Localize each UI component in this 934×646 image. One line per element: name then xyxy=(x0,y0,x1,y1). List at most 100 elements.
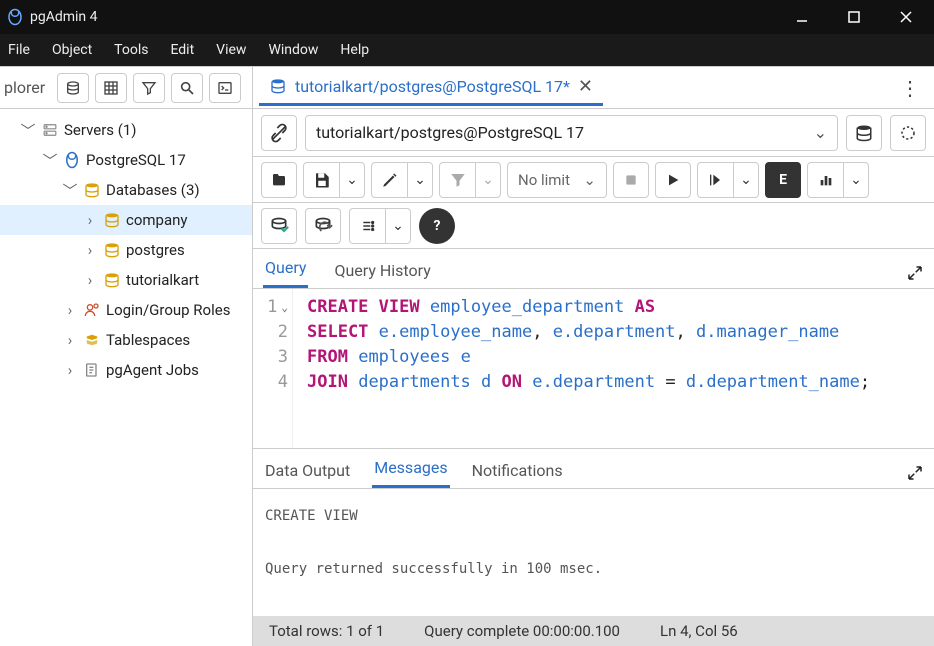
close-window-button[interactable] xyxy=(884,0,928,34)
chevron-down-icon: ⌄ xyxy=(583,171,596,189)
explorer-header: plorer xyxy=(0,67,252,109)
code-body[interactable]: CREATE VIEW employee_department ASSELECT… xyxy=(293,289,870,448)
output-tabs: Data Output Messages Notifications xyxy=(253,449,934,489)
chevron-right-icon: › xyxy=(82,211,98,229)
edit-group: ⌄ xyxy=(371,162,433,198)
connection-tab[interactable]: tutorialkart/postgres@PostgreSQL 17* ✕ xyxy=(259,70,603,106)
tab-notifications[interactable]: Notifications xyxy=(470,453,565,488)
menu-edit[interactable]: Edit xyxy=(170,42,194,58)
tab-query[interactable]: Query xyxy=(263,250,308,288)
chart-button[interactable] xyxy=(807,162,843,198)
explain-button[interactable] xyxy=(697,162,733,198)
tree-label: Tablespaces xyxy=(106,331,190,349)
fold-icon[interactable]: ⌄ xyxy=(281,295,288,320)
tab-messages[interactable]: Messages xyxy=(372,450,449,488)
menu-object[interactable]: Object xyxy=(52,42,92,58)
explorer-tool-2[interactable] xyxy=(95,73,127,103)
chevron-right-icon: › xyxy=(62,301,78,319)
tree-db-company[interactable]: › company xyxy=(0,205,252,235)
help-button[interactable]: ? xyxy=(419,208,455,244)
edit-button[interactable] xyxy=(371,162,407,198)
toolbar-2: ⌄ ? xyxy=(253,203,934,249)
tree-pgagent[interactable]: › pgAgent Jobs xyxy=(0,355,252,385)
chart-dropdown[interactable]: ⌄ xyxy=(843,162,869,198)
tree-pg17[interactable]: ﹀ PostgreSQL 17 xyxy=(0,145,252,175)
menu-tools[interactable]: Tools xyxy=(114,42,148,58)
chevron-right-icon: › xyxy=(82,271,98,289)
explain-group: ⌄ xyxy=(697,162,759,198)
chart-group: ⌄ xyxy=(807,162,869,198)
tree-label: Servers (1) xyxy=(64,121,137,139)
menu-view[interactable]: View xyxy=(216,42,246,58)
tree-db-tutorialkart[interactable]: › tutorialkart xyxy=(0,265,252,295)
server-group-icon xyxy=(40,123,60,137)
kebab-menu-icon[interactable]: ⋮ xyxy=(892,76,928,100)
connection-select[interactable]: tutorialkart/postgres@PostgreSQL 17 ⌄ xyxy=(305,115,838,151)
tree-label: Databases (3) xyxy=(106,181,200,199)
title-bar: pgAdmin 4 xyxy=(0,0,934,34)
explorer-title: plorer xyxy=(4,78,51,97)
roles-icon xyxy=(82,302,102,318)
disconnect-button[interactable] xyxy=(261,115,297,151)
code-editor[interactable]: 1⌄ 2 3 4 CREATE VIEW employee_department… xyxy=(253,289,934,449)
tab-bar: tutorialkart/postgres@PostgreSQL 17* ✕ ⋮ xyxy=(253,67,934,109)
editor-tabs: Query Query History xyxy=(253,249,934,289)
minimize-button[interactable] xyxy=(780,0,824,34)
toolbar: ⌄ ⌄ ⌄ No limit ⌄ ⌄ E ⌄ xyxy=(253,157,934,203)
tree-db-postgres[interactable]: › postgres xyxy=(0,235,252,265)
object-explorer: plorer ﹀ Servers (1) ﹀ PostgreSQL 17 ﹀ D… xyxy=(0,67,253,646)
limit-label: No limit xyxy=(518,171,570,189)
menu-window[interactable]: Window xyxy=(268,42,318,58)
chevron-down-icon: ﹀ xyxy=(42,150,58,171)
app-icon xyxy=(6,8,24,26)
server-button[interactable] xyxy=(846,115,882,151)
menu-help[interactable]: Help xyxy=(340,42,369,58)
save-group: ⌄ xyxy=(303,162,365,198)
menu-file[interactable]: File xyxy=(8,42,30,58)
tab-query-history[interactable]: Query History xyxy=(332,253,432,288)
close-tab-icon[interactable]: ✕ xyxy=(578,76,593,97)
filter-button[interactable] xyxy=(439,162,475,198)
filter-dropdown[interactable]: ⌄ xyxy=(475,162,501,198)
explorer-tool-3[interactable] xyxy=(133,73,165,103)
open-file-button[interactable] xyxy=(261,162,297,198)
chevron-down-icon: ﹀ xyxy=(20,120,36,141)
explorer-terminal[interactable] xyxy=(209,73,241,103)
edit-dropdown[interactable]: ⌄ xyxy=(407,162,433,198)
tree-roles[interactable]: › Login/Group Roles xyxy=(0,295,252,325)
tree: ﹀ Servers (1) ﹀ PostgreSQL 17 ﹀ Database… xyxy=(0,109,252,391)
expand-output-icon[interactable] xyxy=(906,464,924,488)
tree-databases[interactable]: ﹀ Databases (3) xyxy=(0,175,252,205)
chevron-right-icon: › xyxy=(62,361,78,379)
expand-icon[interactable] xyxy=(906,264,924,288)
resize-button[interactable] xyxy=(890,115,926,151)
gutter: 1⌄ 2 3 4 xyxy=(253,289,293,448)
run-button[interactable] xyxy=(655,162,691,198)
tree-label: tutorialkart xyxy=(126,271,199,289)
status-pos: Ln 4, Col 56 xyxy=(660,622,738,640)
explain-analyze-button[interactable]: E xyxy=(765,162,801,198)
maximize-button[interactable] xyxy=(832,0,876,34)
save-button[interactable] xyxy=(303,162,339,198)
explain-dropdown[interactable]: ⌄ xyxy=(733,162,759,198)
explorer-search[interactable] xyxy=(171,73,203,103)
save-dropdown[interactable]: ⌄ xyxy=(339,162,365,198)
limit-select[interactable]: No limit ⌄ xyxy=(507,162,607,198)
database-icon xyxy=(269,78,287,94)
tree-tablespaces[interactable]: › Tablespaces xyxy=(0,325,252,355)
tab-label: tutorialkart/postgres@PostgreSQL 17* xyxy=(295,77,570,96)
tab-data-output[interactable]: Data Output xyxy=(263,453,352,488)
tree-label: postgres xyxy=(126,241,185,259)
macro-button[interactable] xyxy=(349,208,385,244)
macro-dropdown[interactable]: ⌄ xyxy=(385,208,411,244)
rollback-button[interactable] xyxy=(305,208,341,244)
tree-servers[interactable]: ﹀ Servers (1) xyxy=(0,115,252,145)
filter-group: ⌄ xyxy=(439,162,501,198)
commit-button[interactable] xyxy=(261,208,297,244)
database-icon xyxy=(102,242,122,258)
stop-button[interactable] xyxy=(613,162,649,198)
window-title: pgAdmin 4 xyxy=(30,9,98,25)
explorer-tool-1[interactable] xyxy=(57,73,89,103)
connection-value: tutorialkart/postgres@PostgreSQL 17 xyxy=(316,123,584,142)
tablespace-icon xyxy=(82,333,102,347)
